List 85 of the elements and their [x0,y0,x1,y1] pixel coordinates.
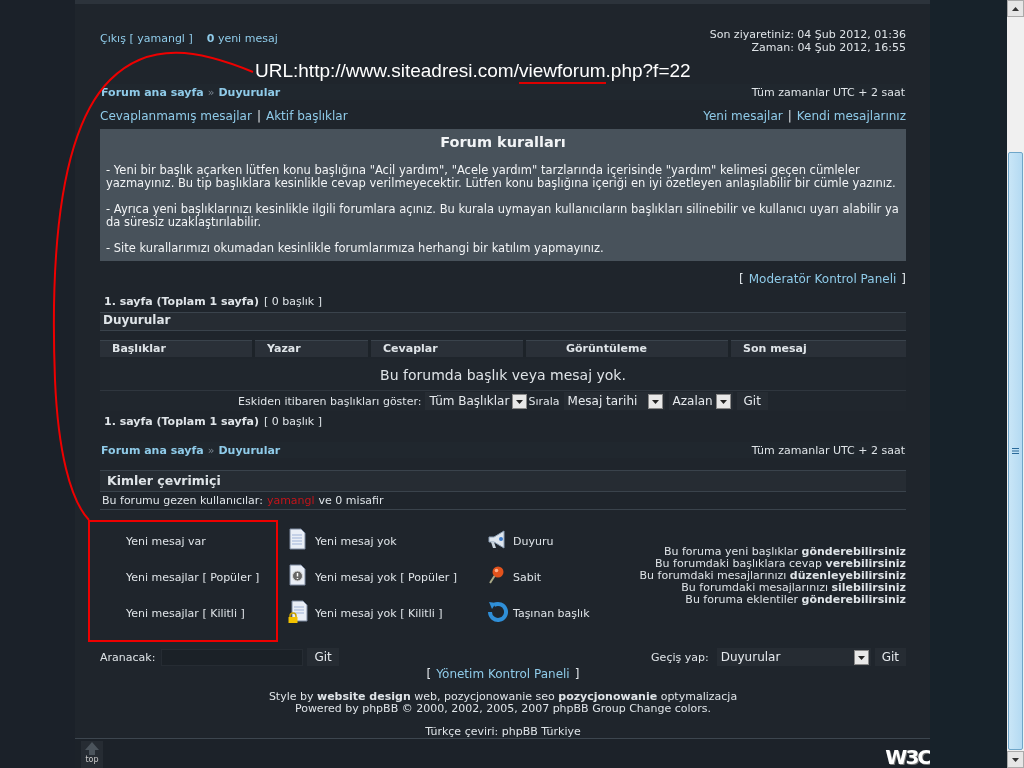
column-header: Başlıklar [100,340,252,357]
down-arrow-icon [1012,757,1019,762]
online-label: Bu forumu gezen kullanıcılar: [102,494,263,507]
dropdown[interactable]: Tüm Başlıklar [425,392,525,410]
legend-label: Sabit [513,570,542,584]
rules-paragraph: - Ayrıca yeni başlıklarınızı kesinlikle ilgili forumlara açınız. Bu kurala uymayan kullanıcıların başlıkları silinebilir ve kullanıcı uyarı alabilir ya da süresiz uzaklaştırılabilir. [106,203,900,229]
legend-label: Duyuru [513,534,554,548]
breadcrumb-link[interactable]: Duyurular [218,85,281,99]
last-visit-text: Son ziyaretiniz: 04 Şub 2012, 01:36 [709,28,906,41]
megaphone-icon [486,527,508,552]
permission-text: Bu forumdaki başlıklara cevap verebilirsiniz [655,558,906,570]
panel-link[interactable]: Yönetim Kontrol Paneli [436,667,570,681]
forum-title-bar: Duyurular [100,312,906,331]
column-header: Yazar [255,340,368,357]
new-message-count[interactable]: 0 [206,32,215,45]
w3c-logo: W3C [885,745,930,768]
timezone-text: Tüm zamanlar UTC + 2 saat [751,85,905,99]
panel-link[interactable]: Moderatör Kontrol Paneli [748,272,897,286]
dropdown[interactable]: Duyurular [716,648,871,666]
column-header: Cevaplar [371,340,523,357]
column-header: Son mesaj [731,340,906,357]
document-lock-icon [288,599,310,624]
legend-label: Yeni mesaj yok [315,534,397,548]
legend-label: Taşınan başlık [513,606,590,620]
legend-label: Yeni mesajlar [ Popüler ] [126,570,260,584]
footer-text: Powered by phpBB © 2000, 2002, 2005, 2007 phpBB Group Change colors. [293,703,713,715]
sort-label: Sırala [528,394,560,408]
bracket-text: ] [574,667,580,681]
online-title-bar: Kimler çevrimiçi [100,470,906,492]
bracket-text: ] [901,272,906,286]
column-header: Görüntüleme [526,340,728,357]
guest-count-text: ve 0 misafir [318,494,384,507]
logout-link[interactable]: Çıkış [100,32,126,45]
page-count-text: 1. sayfa (Toplam 1 sayfa) [104,414,259,428]
permission-text: Bu forumdaki mesajlarınızı silebilirsiniz [681,582,906,594]
topic-count-text: [ 0 başlık ] [264,414,323,428]
up-arrow-icon [84,741,100,755]
permission-text: Bu forumdaki mesajlarınızı düzenleyebilirsiniz [639,570,906,582]
footer-text: Style by website design web, pozycjonowanie seo pozycjonowanie optymalizacja [267,691,739,703]
quick-link[interactable]: Cevaplanmamış mesajlar [100,109,252,123]
page-count-text: 1. sayfa (Toplam 1 sayfa) [104,294,259,308]
quick-link[interactable]: Kendi mesajlarınız [796,109,906,123]
bracket-text: ] [188,32,193,45]
link-separator: | [787,109,792,123]
up-arrow-icon [1012,6,1019,11]
rules-paragraph: - Site kurallarımızı okumadan kesinlikle forumlarımıza herhangi bir katılım yapmayınız. [106,242,605,255]
go-button[interactable]: Git [874,648,906,666]
dropdown[interactable]: Mesaj tarihi [563,392,665,410]
permission-text: Bu foruma eklentiler gönderebilirsiniz [685,594,906,606]
go-button[interactable]: Git [307,648,339,666]
translation-credit: Türkçe çeviri: phpBB Türkiye [424,725,582,738]
permission-text: Bu foruma yeni başlıklar gönderebilirsiniz [663,546,906,558]
timezone-text: Tüm zamanlar UTC + 2 saat [751,443,905,457]
breadcrumb-separator: » [207,85,215,99]
legend-label: Yeni mesajlar [ Kilitli ] [126,606,245,620]
username-link[interactable]: yamangl [137,32,185,45]
topic-count-text: [ 0 başlık ] [264,294,323,308]
scroll-up-button[interactable] [1007,0,1024,17]
circular-arrow-icon [486,599,508,624]
bracket-text: [ [426,667,432,681]
back-to-top-button[interactable]: top [81,741,103,768]
link-separator: | [256,109,261,123]
scroll-down-button[interactable] [1007,751,1024,768]
filter-label: Eskiden itibaren başlıkları göster: [238,394,422,408]
search-label: Aranacak: [100,650,156,664]
quick-link[interactable]: Aktif başlıklar [265,109,348,123]
legend-label: Yeni mesaj yok [ Kilitli ] [315,606,443,620]
scrollbar-thumb[interactable] [1008,152,1023,750]
breadcrumb-link[interactable]: Forum ana sayfa [101,85,204,99]
current-time-text: Zaman: 04 Şub 2012, 16:55 [750,41,906,54]
bracket-text: [ [129,32,134,45]
bracket-text: [ [739,272,744,286]
quick-link[interactable]: Yeni mesajlar [703,109,783,123]
rules-paragraph: - Yeni bir başlık açarken lütfen konu başlığına "Acil yardım", "Acele yardım" tarzlarında içerisinde "yardım" kelimesi geçen cümleler yazmayınız. Bu tip başlıklara kesinlikle cevap verilmeyecektir. Lütfen konu başlığına içeriği en iyi özetleyen anlaşılabilir bir cümle yazınız. [106,164,897,190]
url-annotation-text: URL:http://www.siteadresi.com/viewforum.php?f=22 [255,60,691,82]
breadcrumb-link[interactable]: Duyurular [218,443,281,457]
rules-title: Forum kuralları [439,133,567,151]
dropdown[interactable]: Azalan [668,392,733,410]
jump-label: Geçiş yap: [651,650,709,664]
legend-label: Yeni mesaj yok [ Popüler ] [315,570,457,584]
go-button[interactable]: Git [736,392,768,410]
new-message-link[interactable]: yeni mesaj [217,32,278,45]
legend-label: Yeni mesaj var [126,534,206,548]
breadcrumb-separator: » [207,443,215,457]
breadcrumb-link[interactable]: Forum ana sayfa [101,443,204,457]
